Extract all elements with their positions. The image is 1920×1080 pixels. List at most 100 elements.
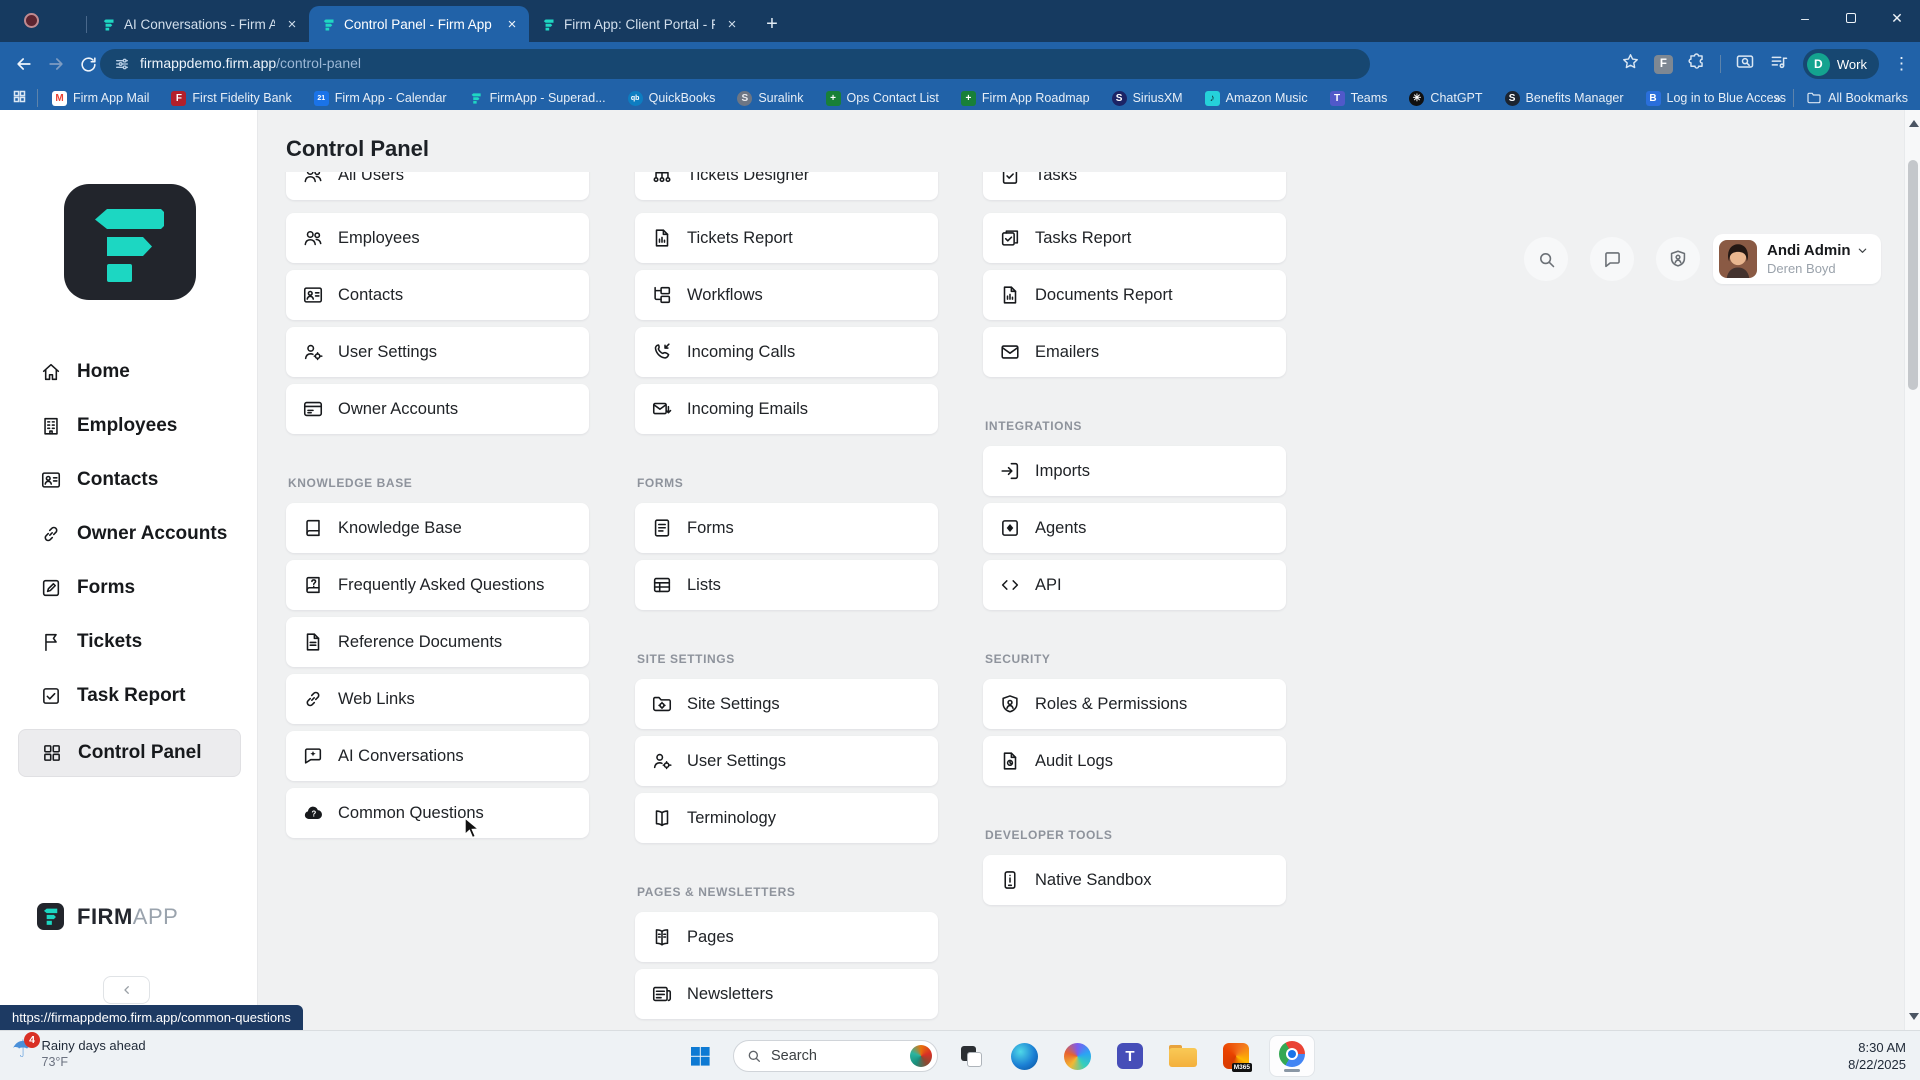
card-frequently-asked-questions[interactable]: Frequently Asked Questions bbox=[286, 560, 589, 610]
taskbar-search-button[interactable]: Search bbox=[733, 1040, 938, 1072]
bookmark-firm-app-calendar[interactable]: 21Firm App - Calendar bbox=[314, 91, 447, 106]
sidebar-item-task-report[interactable]: Task Report bbox=[0, 669, 257, 723]
card-site-settings[interactable]: Site Settings bbox=[635, 679, 938, 729]
scroll-up-icon[interactable] bbox=[1909, 120, 1919, 127]
sidebar-item-contacts[interactable]: Contacts bbox=[0, 453, 257, 507]
browser-tab-ai-conversations-firm-app[interactable]: AI Conversations - Firm App× bbox=[89, 6, 309, 42]
card-owner-accounts[interactable]: Owner Accounts bbox=[286, 384, 589, 434]
card-audit-logs[interactable]: Audit Logs bbox=[983, 736, 1286, 786]
card-tasks-report[interactable]: Tasks Report bbox=[983, 213, 1286, 263]
new-tab-button[interactable]: + bbox=[757, 9, 787, 39]
sidebar-item-tickets[interactable]: Tickets bbox=[0, 615, 257, 669]
tab-title: Firm App: Client Portal - Firm A bbox=[564, 17, 715, 32]
card-user-settings[interactable]: User Settings bbox=[286, 327, 589, 377]
shield-user-icon bbox=[999, 693, 1021, 715]
bookmark-chatgpt[interactable]: ✳ChatGPT bbox=[1409, 91, 1482, 106]
taskbar-teams-button[interactable]: T bbox=[1110, 1036, 1150, 1076]
card-incoming-emails[interactable]: Incoming Emails bbox=[635, 384, 938, 434]
card-incoming-calls[interactable]: Incoming Calls bbox=[635, 327, 938, 377]
card-roles-permissions[interactable]: Roles & Permissions bbox=[983, 679, 1286, 729]
card-agents[interactable]: Agents bbox=[983, 503, 1286, 553]
maximize-button[interactable] bbox=[1828, 0, 1874, 36]
taskbar-edge-button[interactable] bbox=[1004, 1036, 1044, 1076]
minimize-button[interactable]: – bbox=[1782, 0, 1828, 36]
bookmark-star-button[interactable] bbox=[1621, 52, 1640, 76]
tab-search-button[interactable] bbox=[1735, 52, 1755, 77]
card-employees[interactable]: Employees bbox=[286, 213, 589, 263]
card-user-settings[interactable]: User Settings bbox=[635, 736, 938, 786]
bookmark-amazon-music[interactable]: ♪Amazon Music bbox=[1205, 91, 1308, 106]
search-highlights-icon[interactable] bbox=[910, 1045, 932, 1067]
browser-menu-button[interactable]: ⋮ bbox=[1893, 54, 1910, 74]
card-knowledge-base[interactable]: Knowledge Base bbox=[286, 503, 589, 553]
site-info-icon[interactable] bbox=[114, 56, 130, 72]
card-lists[interactable]: Lists bbox=[635, 560, 938, 610]
sidebar-item-home[interactable]: Home bbox=[0, 345, 257, 399]
taskbar-clock[interactable]: 8:30 AM 8/22/2025 bbox=[1848, 1039, 1906, 1073]
card-imports[interactable]: Imports bbox=[983, 446, 1286, 496]
bookmark-quickbooks[interactable]: qbQuickBooks bbox=[628, 91, 716, 106]
forward-button[interactable] bbox=[40, 48, 72, 80]
sidebar-item-employees[interactable]: Employees bbox=[0, 399, 257, 453]
bookmark-firm-app-roadmap[interactable]: +Firm App Roadmap bbox=[961, 91, 1090, 106]
bookmark-first-fidelity-bank[interactable]: FFirst Fidelity Bank bbox=[171, 91, 291, 106]
bookmark-teams[interactable]: TTeams bbox=[1330, 91, 1388, 106]
card-emailers[interactable]: Emailers bbox=[983, 327, 1286, 377]
taskbar-task-view-button[interactable] bbox=[951, 1036, 991, 1076]
card-newsletters[interactable]: Newsletters bbox=[635, 969, 938, 1019]
tab-close-icon[interactable]: × bbox=[723, 15, 741, 33]
sidebar-collapse-button[interactable] bbox=[103, 976, 150, 1004]
taskbar-m365-copilot-button[interactable]: M365 bbox=[1216, 1036, 1256, 1076]
bookmark-benefits-manager[interactable]: SBenefits Manager bbox=[1505, 91, 1624, 106]
card-reference-documents[interactable]: Reference Documents bbox=[286, 617, 589, 667]
sidebar-item-control-panel[interactable]: Control Panel bbox=[18, 729, 241, 777]
card-tickets-designer[interactable]: Tickets Designer bbox=[635, 172, 938, 200]
card-common-questions[interactable]: ?Common Questions bbox=[286, 788, 589, 838]
card-pages[interactable]: Pages bbox=[635, 912, 938, 962]
bookmark-ops-contact-list[interactable]: +Ops Contact List bbox=[826, 91, 939, 106]
bookmarks-overflow-button[interactable]: » bbox=[1773, 90, 1781, 106]
bookmarks-right: » All Bookmarks bbox=[1773, 89, 1910, 107]
bookmark-siriusxm[interactable]: SSiriusXM bbox=[1112, 91, 1183, 106]
extensions-button[interactable] bbox=[1687, 52, 1706, 76]
tab-close-icon[interactable]: × bbox=[283, 15, 301, 33]
taskbar-windows-start-button[interactable] bbox=[680, 1036, 720, 1076]
card-documents-report[interactable]: Documents Report bbox=[983, 270, 1286, 320]
firm-extension-icon[interactable]: F bbox=[1654, 55, 1673, 74]
sidebar-item-forms[interactable]: Forms bbox=[0, 561, 257, 615]
recording-indicator-icon[interactable] bbox=[24, 13, 39, 28]
close-button[interactable]: ✕ bbox=[1874, 0, 1920, 36]
card-all-users[interactable]: All Users bbox=[286, 172, 589, 200]
apps-grid-icon[interactable] bbox=[12, 89, 27, 107]
browser-profile-button[interactable]: D Work bbox=[1803, 49, 1879, 79]
bookmark-log-in-to-blue-access[interactable]: BLog in to Blue Access bbox=[1646, 91, 1787, 106]
tab-close-icon[interactable]: × bbox=[503, 15, 521, 33]
card-terminology[interactable]: Terminology bbox=[635, 793, 938, 843]
card-workflows[interactable]: Workflows bbox=[635, 270, 938, 320]
card-contacts[interactable]: Contacts bbox=[286, 270, 589, 320]
taskbar-chrome-button[interactable] bbox=[1269, 1035, 1315, 1077]
bookmark-firm-app-mail[interactable]: MFirm App Mail bbox=[52, 91, 149, 106]
taskbar-file-explorer-button[interactable] bbox=[1163, 1036, 1203, 1076]
all-bookmarks-button[interactable]: All Bookmarks bbox=[1806, 90, 1908, 106]
card-tasks[interactable]: Tasks bbox=[983, 172, 1286, 200]
weather-widget[interactable]: ☂4 Rainy days ahead 73°F bbox=[12, 1036, 146, 1069]
taskbar-copilot-button[interactable] bbox=[1057, 1036, 1097, 1076]
scroll-down-icon[interactable] bbox=[1909, 1013, 1919, 1020]
scrollbar-thumb[interactable] bbox=[1908, 160, 1918, 390]
sidebar-item-owner-accounts[interactable]: Owner Accounts bbox=[0, 507, 257, 561]
browser-tab-firm-app-client-portal-firm-a[interactable]: Firm App: Client Portal - Firm A × bbox=[529, 6, 749, 42]
card-tickets-report[interactable]: Tickets Report bbox=[635, 213, 938, 263]
bookmark-suralink[interactable]: SSuralink bbox=[737, 91, 803, 106]
bookmark-firmapp-superad[interactable]: FirmApp - Superad... bbox=[469, 91, 606, 106]
address-bar[interactable]: firmappdemo.firm.app/control-panel bbox=[100, 49, 1370, 79]
reading-list-button[interactable] bbox=[1769, 52, 1789, 77]
card-ai-conversations[interactable]: AI Conversations bbox=[286, 731, 589, 781]
card-web-links[interactable]: Web Links bbox=[286, 674, 589, 724]
back-button[interactable] bbox=[8, 48, 40, 80]
card-native-sandbox[interactable]: Native Sandbox bbox=[983, 855, 1286, 905]
browser-tab-control-panel-firm-app[interactable]: Control Panel - Firm App× bbox=[309, 6, 529, 42]
page-scrollbar[interactable] bbox=[1904, 110, 1920, 1030]
card-api[interactable]: API bbox=[983, 560, 1286, 610]
card-forms[interactable]: Forms bbox=[635, 503, 938, 553]
